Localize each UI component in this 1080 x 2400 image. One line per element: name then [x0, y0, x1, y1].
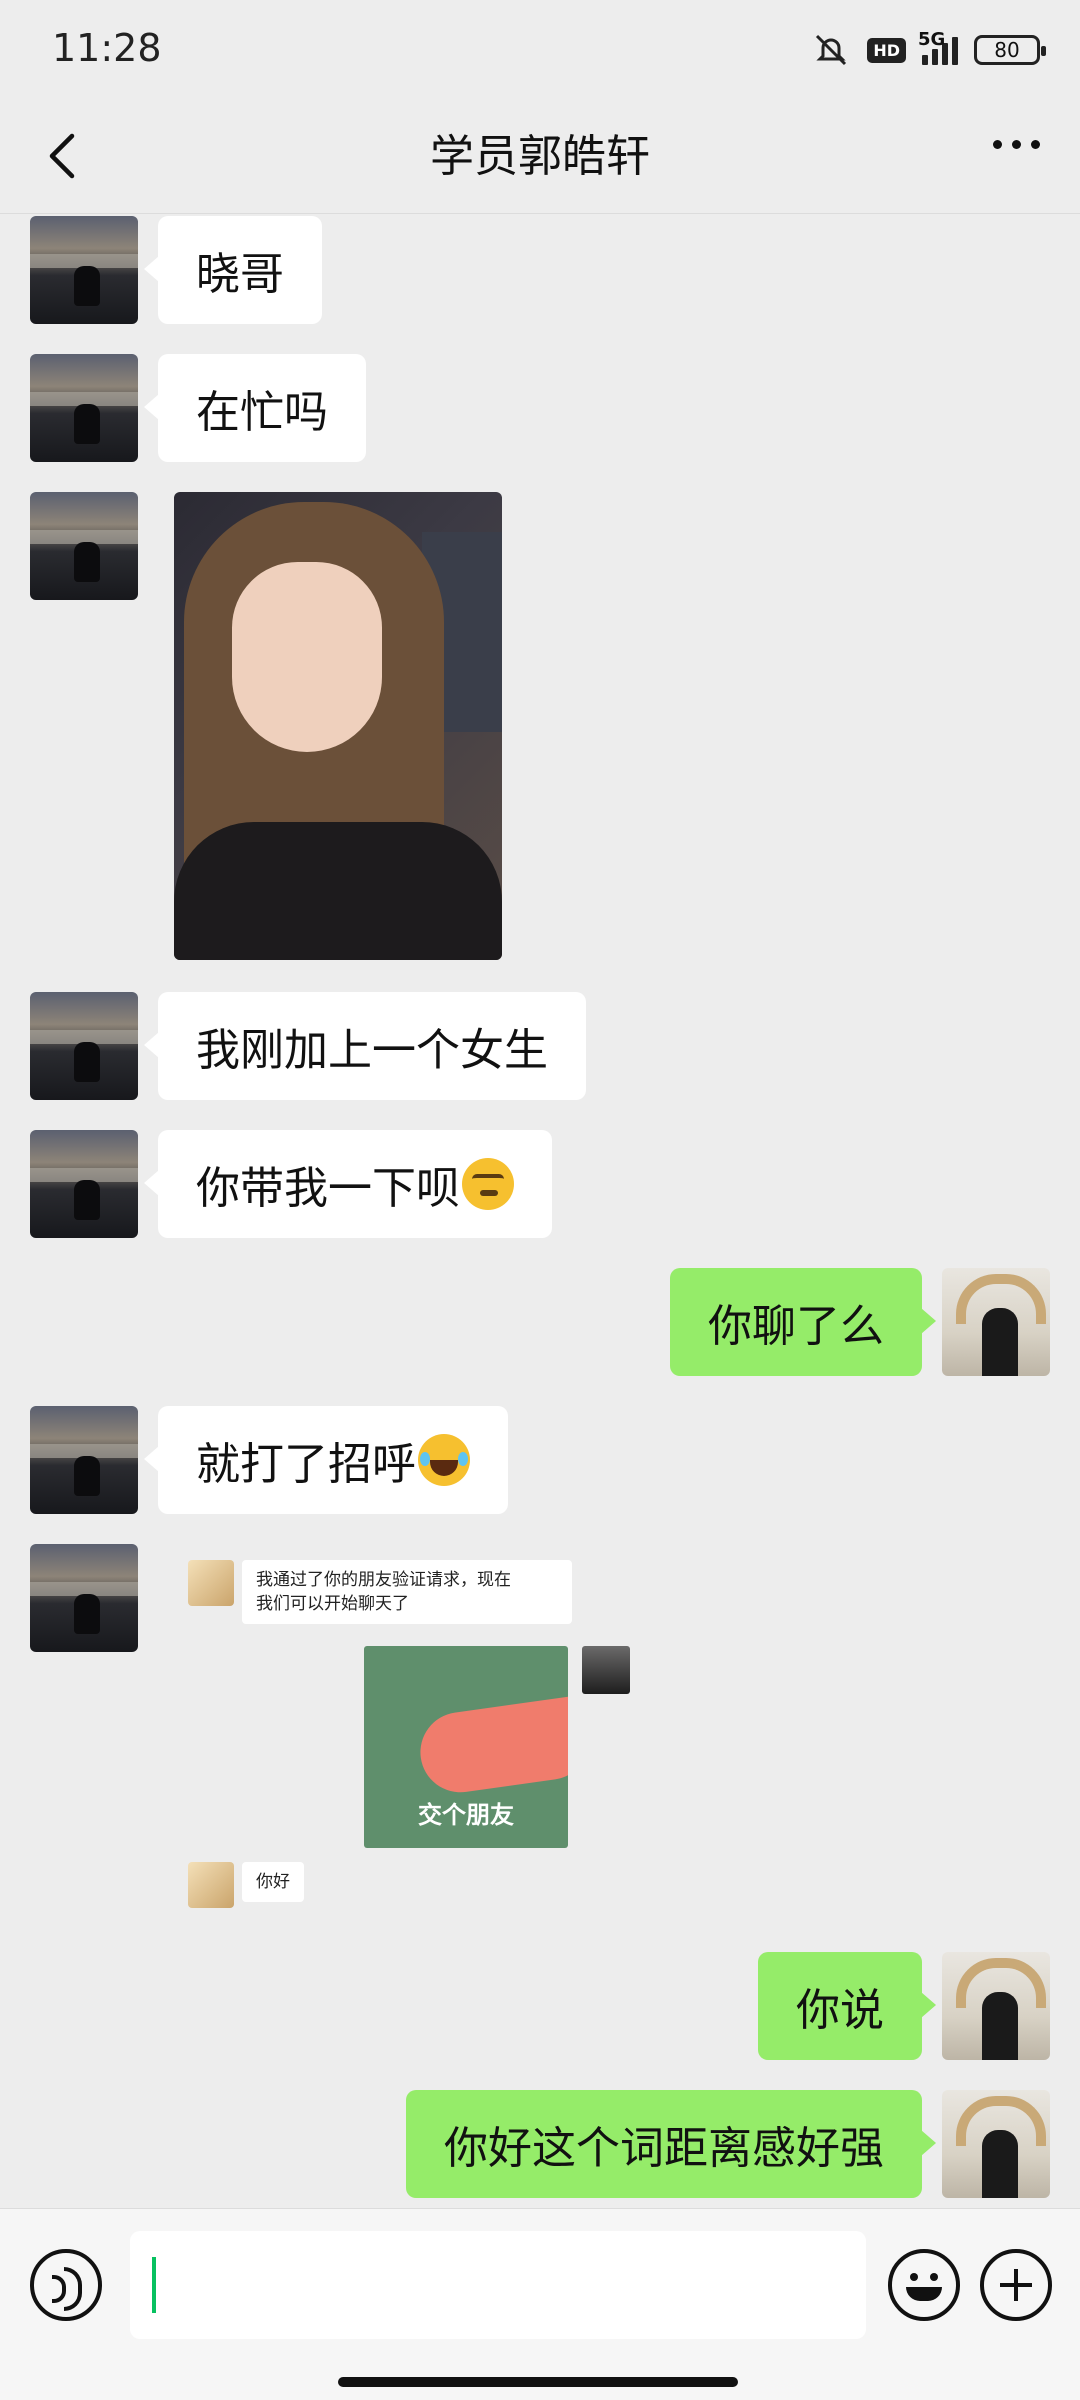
contact-avatar[interactable] [30, 492, 138, 600]
emoji-icon[interactable] [888, 2249, 960, 2321]
bell-off-icon [816, 34, 847, 66]
home-indicator[interactable] [338, 2377, 738, 2387]
text-caret [152, 2257, 156, 2313]
chat-screenshot-image[interactable]: 我通过了你的朋友验证请求，现在 我们可以开始聊天了 交个朋友 你好 [180, 1544, 640, 1924]
contact-avatar[interactable] [30, 1406, 138, 1514]
contact-avatar[interactable] [30, 216, 138, 324]
contact-avatar[interactable] [30, 354, 138, 462]
sticker-patrick-arm [415, 1694, 568, 1798]
message-text: 你带我一下呗 [196, 1163, 460, 1214]
my-avatar[interactable] [942, 1268, 1050, 1376]
status-time: 11:28 [52, 26, 162, 70]
plus-icon[interactable] [980, 2249, 1052, 2321]
signal-icon: 5G [918, 29, 958, 65]
laughing-emoji-icon [418, 1434, 470, 1486]
sticker-image: 交个朋友 [364, 1646, 568, 1848]
screenshot-system-bubble: 我通过了你的朋友验证请求，现在 我们可以开始聊天了 [242, 1560, 572, 1624]
input-bar [0, 2208, 1080, 2400]
message-bubble[interactable]: 在忙吗 [144, 354, 366, 462]
screenshot-reply-bubble: 你好 [242, 1862, 304, 1902]
message-input[interactable] [130, 2231, 866, 2339]
battery-level: 80 [994, 38, 1020, 62]
hd-badge: HD [867, 37, 906, 63]
network-label: 5G [918, 29, 946, 50]
message-bubble[interactable]: 你带我一下呗 [144, 1130, 552, 1238]
page-title: 学员郭皓轩 [430, 131, 650, 182]
my-avatar[interactable] [942, 1952, 1050, 2060]
image-message[interactable] [174, 492, 502, 960]
screenshot-system-line: 我们可以开始聊天了 [256, 1594, 409, 1614]
contact-avatar[interactable] [30, 1130, 138, 1238]
screenshot-my-avatar [582, 1646, 630, 1694]
sticker-caption: 交个朋友 [418, 1801, 514, 1829]
message-bubble[interactable]: 就打了招呼 [144, 1406, 508, 1514]
screenshot-avatar [188, 1560, 234, 1606]
screenshot-avatar [188, 1862, 234, 1908]
message-bubble[interactable]: 我刚加上一个女生 [144, 992, 586, 1100]
status-icons: HD 5G 80 [811, 29, 1046, 70]
smirk-emoji-icon [462, 1158, 514, 1210]
more-dots-icon[interactable] [993, 140, 1040, 149]
message-bubble[interactable]: 你好这个词距离感好强 [406, 2090, 936, 2198]
message-bubble[interactable]: 你聊了么 [670, 1268, 936, 1376]
status-bar: 11:28 HD 5G 80 [0, 0, 1080, 100]
photo-jacket [174, 822, 502, 960]
contact-avatar[interactable] [30, 1544, 138, 1652]
chat-header: 学员郭皓轩 [0, 100, 1080, 214]
photo-face [232, 562, 382, 752]
message-text: 就打了招呼 [196, 1439, 416, 1490]
screenshot-system-line: 我通过了你的朋友验证请求，现在 [256, 1570, 511, 1590]
contact-avatar[interactable] [30, 992, 138, 1100]
battery-icon: 80 [974, 35, 1046, 65]
voice-icon[interactable] [30, 2249, 102, 2321]
my-avatar[interactable] [942, 2090, 1050, 2198]
message-bubble[interactable]: 晓哥 [144, 216, 322, 324]
message-bubble[interactable]: 你说 [758, 1952, 936, 2060]
